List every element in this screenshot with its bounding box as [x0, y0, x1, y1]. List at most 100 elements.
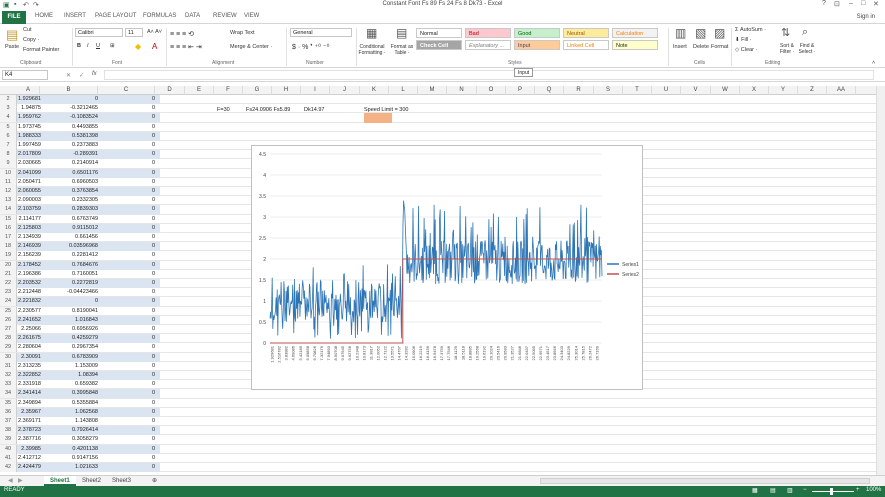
delete-button[interactable]: Delete [693, 44, 709, 50]
cell-a[interactable]: 1.988333 [17, 132, 41, 141]
style-bad[interactable]: Bad [465, 28, 511, 38]
column-header-m[interactable]: M [418, 86, 447, 95]
cell-b[interactable]: -0.04423466 [40, 288, 98, 297]
cell-b[interactable]: 0.2272819 [40, 279, 98, 288]
cell-b[interactable]: 0.7160051 [40, 270, 98, 279]
cell-a[interactable]: 2.387716 [17, 435, 41, 444]
cell-a[interactable]: 2.125803 [17, 224, 41, 233]
row-header[interactable]: 42 [0, 463, 17, 472]
align-left-icon[interactable]: ≡ ≡ ≡ ⇤ ⇥ [170, 43, 202, 51]
sheet-tab-sheet3[interactable]: Sheet3 [106, 476, 137, 486]
cell-b[interactable]: 0.9115012 [40, 224, 98, 233]
row-header[interactable]: 18 [0, 242, 17, 252]
font-color-icon[interactable]: A [152, 42, 157, 51]
column-header-x[interactable]: X [740, 86, 769, 95]
cell-c[interactable]: 0 [98, 113, 155, 122]
column-header-v[interactable]: V [681, 86, 711, 95]
clear-button[interactable]: ◇ Clear · [735, 47, 757, 53]
table-row[interactable]: 41 2.412712 0.9147156 0 [0, 453, 880, 463]
cell-c[interactable]: 0 [98, 242, 155, 251]
column-header-c[interactable]: C [98, 86, 155, 95]
row-header[interactable]: 30 [0, 352, 17, 362]
conditional-formatting-button[interactable]: Conditional Formatting · [357, 44, 387, 56]
find-select-icon[interactable]: ⌕ [802, 26, 808, 39]
format-cells-icon[interactable]: ▨ [714, 26, 725, 40]
cell-b[interactable]: 0.3763854 [40, 187, 98, 196]
cell-b[interactable]: -0.3212465 [40, 104, 98, 113]
collapse-ribbon-icon[interactable]: ˄ [872, 60, 875, 66]
cell-a[interactable]: 2.349894 [17, 399, 41, 408]
column-header-f[interactable]: F [214, 86, 243, 95]
tab-view[interactable]: VIEW [244, 13, 259, 19]
row-header[interactable]: 7 [0, 141, 17, 150]
cell-a[interactable]: 2.241652 [17, 316, 41, 325]
line-chart[interactable]: 0 0.5 1 1.5 2 2.5 3 3.5 4 4.5 1.929681 2.516782 3.83… [251, 145, 643, 390]
sheet-tab-sheet2[interactable]: Sheet2 [76, 476, 107, 486]
cell-c[interactable]: 0 [98, 307, 155, 316]
table-row[interactable]: 35 2.349894 0.5355884 0 [0, 398, 880, 408]
cell-b[interactable]: 1.062568 [40, 408, 98, 417]
cell-b[interactable]: 1.143808 [40, 417, 98, 426]
close-button[interactable]: ✕ [873, 0, 879, 8]
cell-a[interactable]: 2.146939 [17, 242, 41, 251]
cell-f3[interactable]: F=30 [217, 106, 230, 115]
cell-b[interactable]: 0.4259279 [40, 334, 98, 343]
cell-a[interactable]: 2.134939 [17, 233, 41, 242]
cell-b[interactable]: 0.3058279 [40, 435, 98, 444]
cell-c[interactable]: 0 [98, 288, 155, 297]
row-header[interactable]: 8 [0, 150, 17, 160]
cell-b[interactable]: 0.2839303 [40, 205, 98, 214]
cell-b[interactable]: 0.7684676 [40, 261, 98, 270]
table-row[interactable]: 40 2.39985 0.4201138 0 [0, 444, 880, 454]
row-header[interactable]: 11 [0, 177, 17, 187]
cell-k4-input[interactable] [364, 113, 392, 123]
table-row[interactable]: 6 1.988333 0.5381398 0 [0, 131, 880, 141]
conditional-formatting-icon[interactable]: ▦ [366, 26, 377, 40]
cell-a[interactable]: 2.230577 [17, 307, 41, 316]
cell-c[interactable]: 0 [98, 380, 155, 389]
font-name-select[interactable]: Calibri [75, 28, 123, 37]
cell-b[interactable]: 0.6501176 [40, 169, 98, 178]
normal-view-icon[interactable]: ▦ [752, 487, 758, 494]
column-header-r[interactable]: R [564, 86, 594, 95]
cell-b[interactable]: 0.3995848 [40, 389, 98, 398]
cell-c[interactable]: 0 [98, 297, 155, 306]
table-row[interactable]: 3 1.94875 -0.3212465 0 [0, 104, 880, 114]
cell-b[interactable]: 0.5355884 [40, 399, 98, 408]
cell-b[interactable]: 0.7926414 [40, 426, 98, 435]
cell-b[interactable]: 0.5381398 [40, 132, 98, 141]
scroll-right-icon[interactable]: ▶ [12, 476, 29, 486]
insert-button[interactable]: Insert [673, 44, 687, 50]
cell-a[interactable]: 1.94875 [17, 104, 41, 113]
cell-c[interactable]: 0 [98, 187, 155, 196]
cell-c[interactable]: 0 [98, 178, 155, 187]
cell-b[interactable]: 1.016843 [40, 316, 98, 325]
cell-b[interactable]: 0.6956926 [40, 325, 98, 334]
insert-cells-icon[interactable]: ▥ [675, 26, 686, 40]
format-painter-button[interactable]: Format Painter [23, 47, 59, 53]
table-row[interactable]: 2 1.929681 0 0 [0, 95, 880, 105]
sort-filter-button[interactable]: Sort & Filter · [776, 43, 798, 55]
cell-a[interactable]: 2.041099 [17, 169, 41, 178]
maximize-button[interactable]: □ [861, 0, 865, 7]
currency-icon[interactable]: $ · % ❜ ⁺⁰ ⁻⁰ [292, 43, 329, 51]
format-as-table-button[interactable]: Format as Table · [388, 44, 416, 56]
sheet-tab-sheet1[interactable]: Sheet1 [44, 476, 76, 486]
paste-button[interactable]: Paste [5, 44, 19, 50]
borders-icon[interactable]: ⊞ [110, 43, 115, 49]
tab-home[interactable]: HOME [35, 13, 53, 19]
cell-c[interactable]: 0 [98, 270, 155, 279]
fill-color-icon[interactable]: ◆ [135, 42, 141, 51]
cell-a[interactable]: 2.369171 [17, 417, 41, 426]
row-header[interactable]: 17 [0, 233, 17, 242]
cell-a[interactable]: 2.30091 [17, 353, 41, 362]
style-input[interactable]: Input [514, 40, 560, 50]
row-header[interactable]: 15 [0, 214, 17, 224]
cell-c[interactable]: 0 [98, 169, 155, 178]
column-header-s[interactable]: S [594, 86, 623, 95]
cell-a[interactable]: 2.030665 [17, 159, 41, 168]
column-header-i[interactable]: I [301, 86, 330, 95]
merge-center-button[interactable]: Merge & Center · [230, 44, 272, 50]
cell-a[interactable]: 2.378723 [17, 426, 41, 435]
paste-icon[interactable]: ▤ [6, 27, 18, 43]
